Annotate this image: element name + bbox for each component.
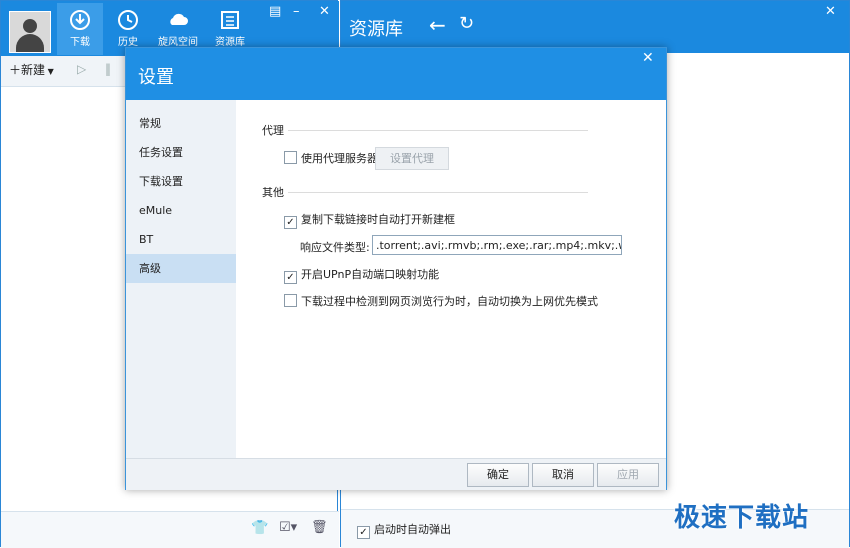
browse-mode-label: 下载过程中检测到网页浏览行为时，自动切换为上网优先模式 [301,295,598,308]
sidebar-item-general[interactable]: 常规 [126,109,236,138]
use-proxy-label: 使用代理服务器 [301,152,378,165]
browse-mode-checkbox[interactable]: 下载过程中检测到网页浏览行为时，自动切换为上网优先模式 [284,293,598,309]
nav-download[interactable]: 下载 [57,3,103,55]
dialog-close-icon[interactable]: ✕ [642,50,654,66]
main-footer: 👕 ☑▾ 🗑 [1,511,339,548]
avatar-head [23,19,37,33]
cancel-button[interactable]: 取消 [532,463,594,487]
cloud-icon [170,13,188,25]
proxy-settings-button[interactable]: 设置代理 [375,147,449,170]
trash-icon[interactable]: 🗑 [311,520,328,535]
sidebar-item-download[interactable]: 下载设置 [126,167,236,196]
file-types-label: 响应文件类型: [300,241,370,254]
check-icon: ✓ [284,271,297,284]
download-icon [70,10,90,30]
upnp-checkbox[interactable]: ✓ 开启UPnP自动端口映射功能 [284,266,439,284]
file-types-input[interactable]: .torrent;.avi;.rmvb;.rm;.exe;.rar;.mp4;.… [372,235,622,255]
autostart-checkbox[interactable]: ✓ 启动时自动弹出 [357,521,451,539]
new-task-button[interactable]: ＋新建 ▼ [9,61,54,78]
settings-dialog: 设置 ✕ 常规 任务设置 下载设置 eMule BT 高级 代理 使用代理服务器… [125,47,667,490]
sidebar-item-emule[interactable]: eMule [126,196,236,225]
nav-download-label: 下载 [70,37,90,48]
pause-icon[interactable]: ‖ [105,62,111,76]
refresh-icon[interactable]: ↻ [459,13,474,34]
library-icon [221,11,239,29]
checkbox-box [284,294,297,307]
back-icon[interactable]: ← [429,13,446,37]
minimize-icon[interactable]: – [293,4,300,19]
avatar[interactable] [9,11,51,53]
copy-link-checkbox[interactable]: ✓ 复制下载链接时自动打开新建框 [284,211,455,229]
library-close-icon[interactable]: ✕ [825,4,836,19]
other-section-title: 其他 [262,186,284,199]
chevron-down-icon: ▼ [45,67,54,76]
library-title: 资源库 [349,19,403,40]
close-icon[interactable]: ✕ [319,4,330,19]
apply-button[interactable]: 应用 [597,463,659,487]
upnp-label: 开启UPnP自动端口映射功能 [301,268,440,281]
settings-content: 代理 使用代理服务器 设置代理 其他 ✓ 复制下载链接时自动打开新建框 响应文件类… [236,100,666,458]
copy-link-label: 复制下载链接时自动打开新建框 [301,213,455,226]
settings-sidebar: 常规 任务设置 下载设置 eMule BT 高级 [126,100,236,458]
other-divider [288,192,588,193]
new-task-label: 新建 [21,63,46,77]
start-icon[interactable]: ▷ [77,62,86,76]
sidebar-item-bt[interactable]: BT [126,225,236,254]
check-icon: ✓ [357,526,370,539]
library-header: 资源库 ← ↻ ✕ [341,1,849,53]
sidebar-item-task[interactable]: 任务设置 [126,138,236,167]
check-icon: ✓ [284,216,297,229]
skin-icon[interactable]: ▤ [269,4,281,19]
watermark-text: 极速下载站 [674,503,810,533]
ok-button[interactable]: 确定 [467,463,529,487]
plus-icon: ＋ [9,63,22,77]
use-proxy-checkbox[interactable]: 使用代理服务器 [284,150,378,166]
batch-check-icon[interactable]: ☑▾ [279,520,297,535]
checkbox-box [284,151,297,164]
proxy-divider [288,130,588,131]
avatar-body [16,34,44,52]
dialog-header: 设置 ✕ [126,48,666,100]
autostart-label: 启动时自动弹出 [374,523,451,536]
sidebar-item-advanced[interactable]: 高级 [126,254,236,283]
proxy-section-title: 代理 [262,124,284,137]
dialog-footer: 确定 取消 应用 [126,458,666,490]
history-icon [118,10,138,30]
dialog-title: 设置 [138,67,174,88]
shirt-icon[interactable]: 👕 [251,520,268,536]
